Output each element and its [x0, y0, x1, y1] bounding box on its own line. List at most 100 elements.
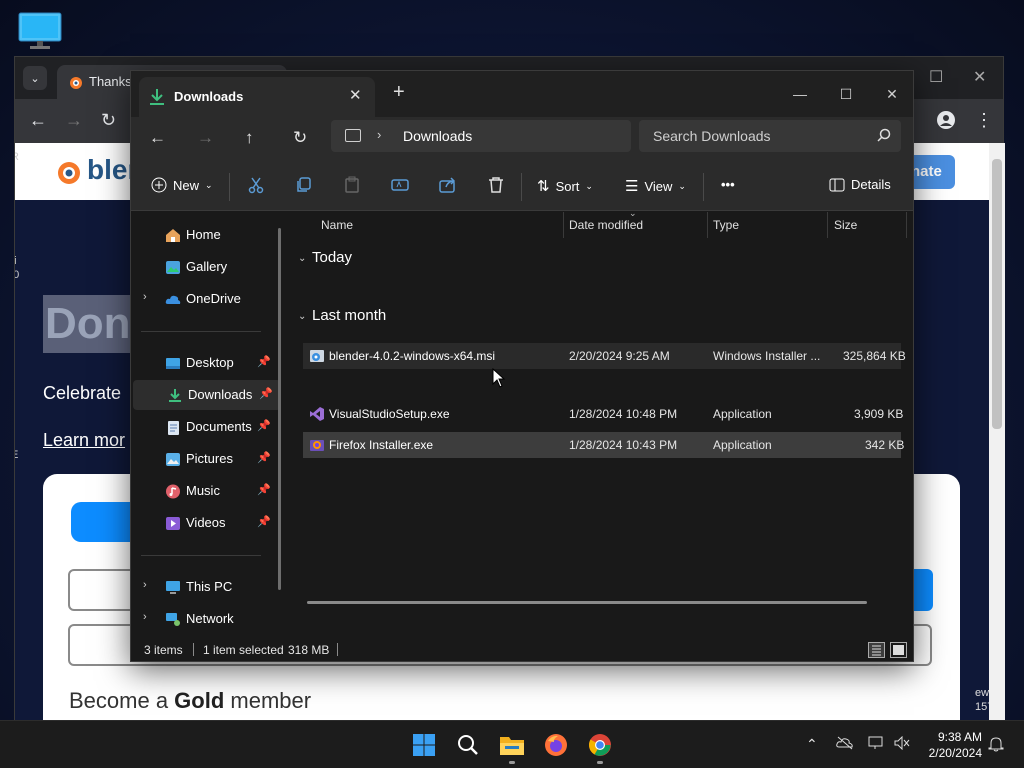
file-size: 325,864 KB [843, 349, 906, 363]
onedrive-offline-icon[interactable] [836, 736, 854, 753]
learn-more-link[interactable]: Learn mor [43, 430, 125, 451]
group-header[interactable]: Last month [312, 307, 386, 324]
back-icon[interactable]: ← [149, 129, 166, 147]
column-header-type[interactable]: Type [713, 218, 739, 232]
refresh-icon[interactable]: ↻ [293, 129, 307, 147]
browser-close-icon[interactable]: ✕ [973, 67, 986, 87]
page-edge-text: Vi [15, 255, 17, 267]
search-icon[interactable] [452, 729, 484, 761]
address-location[interactable]: Downloads [403, 128, 472, 144]
nav-item-downloads[interactable]: Downloads 📌 [133, 380, 281, 410]
amount-option-button[interactable] [68, 569, 138, 611]
browser-menu-icon[interactable]: ⋮ [975, 111, 993, 129]
column-header-name[interactable]: Name [321, 218, 353, 232]
show-hidden-icons-icon[interactable]: ⌃ [806, 736, 818, 753]
column-divider[interactable] [563, 212, 564, 238]
chevron-right-icon[interactable]: › [143, 611, 147, 623]
address-bar[interactable]: › Downloads [331, 120, 631, 152]
view-button[interactable]: ☰ View ⌄ [625, 177, 686, 195]
nav-item-desktop[interactable]: Desktop 📌 [131, 348, 279, 378]
tab-search-button[interactable]: ⌄ [23, 66, 47, 90]
close-tab-icon[interactable]: ✕ [349, 86, 362, 104]
nav-item-home[interactable]: Home [131, 220, 279, 250]
view-label: View [644, 178, 673, 194]
chevron-right-icon[interactable]: › [377, 127, 381, 142]
cut-icon[interactable] [247, 176, 265, 194]
collapse-group-icon[interactable]: ⌄ [298, 311, 306, 322]
pin-icon[interactable]: 📌 [257, 483, 271, 496]
search-icon [877, 128, 891, 142]
column-divider[interactable] [827, 212, 828, 238]
browser-scroll-thumb[interactable] [992, 159, 1002, 429]
notifications-bell-icon[interactable] [988, 736, 1004, 755]
share-icon[interactable] [439, 176, 457, 194]
running-indicator [597, 761, 603, 764]
up-icon[interactable]: ↑ [245, 129, 254, 147]
pin-icon[interactable]: 📌 [257, 451, 271, 464]
nav-item-this-pc[interactable]: › This PC [131, 572, 279, 602]
horizontal-scrollbar[interactable] [307, 601, 867, 604]
pin-icon[interactable]: 📌 [257, 355, 271, 368]
file-type: Windows Installer ... [713, 349, 821, 363]
details-button[interactable]: Details [829, 177, 891, 192]
paste-icon[interactable] [343, 176, 361, 194]
column-header-size[interactable]: Size [834, 218, 857, 232]
file-explorer-icon[interactable] [496, 729, 528, 761]
tiles-view-icon[interactable] [890, 642, 907, 658]
rename-icon[interactable] [391, 176, 409, 194]
nav-item-gallery[interactable]: Gallery [131, 252, 279, 282]
browser-reload-icon[interactable]: ↻ [101, 111, 116, 129]
pin-icon[interactable]: 📌 [257, 515, 271, 528]
item-count: 3 items [144, 643, 183, 657]
pin-icon[interactable]: 📌 [259, 387, 273, 400]
windows-start-icon[interactable] [408, 729, 440, 761]
nav-item-pictures[interactable]: Pictures 📌 [131, 444, 279, 474]
delete-icon[interactable] [487, 176, 505, 194]
minimize-icon[interactable]: — [777, 79, 823, 109]
pin-icon[interactable]: 📌 [257, 419, 271, 432]
pictures-icon [166, 453, 180, 466]
chrome-icon[interactable] [584, 729, 616, 761]
browser-back-icon[interactable]: ← [29, 111, 47, 129]
firefox-icon[interactable] [540, 729, 572, 761]
chevron-right-icon[interactable]: › [143, 291, 147, 303]
browser-maximize-icon[interactable]: ☐ [929, 67, 943, 87]
profile-icon[interactable] [937, 111, 955, 132]
amount-selected-button[interactable] [913, 569, 933, 611]
more-options-icon[interactable]: ••• [721, 177, 735, 192]
group-header[interactable]: Today [312, 249, 352, 266]
explorer-tab[interactable]: Downloads ✕ [139, 77, 375, 117]
column-header-date[interactable]: Date modified [569, 218, 643, 232]
file-row[interactable]: blender-4.0.2-windows-x64.msi 2/20/2024 … [303, 343, 906, 369]
collapse-group-icon[interactable]: ⌄ [298, 253, 306, 264]
network-status-icon[interactable] [868, 736, 886, 753]
new-button[interactable]: New ⌄ [151, 177, 213, 193]
nav-item-documents[interactable]: Documents 📌 [131, 412, 279, 442]
nav-item-videos[interactable]: Videos 📌 [131, 508, 279, 538]
new-tab-icon[interactable]: + [393, 82, 405, 102]
nav-label: Music [186, 483, 220, 498]
volume-muted-icon[interactable] [894, 735, 910, 753]
clock[interactable]: 9:38 AM 2/20/2024 [916, 729, 982, 761]
close-window-icon[interactable]: ✕ [869, 79, 913, 109]
browser-scrollbar[interactable] [989, 143, 1005, 721]
column-divider[interactable] [707, 212, 708, 238]
maximize-icon[interactable]: ☐ [823, 79, 869, 109]
forward-icon[interactable]: → [197, 129, 214, 147]
file-name: Firefox Installer.exe [329, 438, 434, 452]
file-row-selected[interactable]: Firefox Installer.exe 1/28/2024 10:43 PM… [303, 432, 904, 458]
copy-icon[interactable] [295, 176, 313, 194]
nav-item-onedrive[interactable]: › OneDrive [131, 284, 279, 314]
file-row[interactable]: VisualStudioSetup.exe 1/28/2024 10:48 PM… [303, 401, 903, 427]
chevron-right-icon[interactable]: › [143, 579, 147, 591]
desktop-monitor-icon[interactable] [18, 12, 62, 50]
column-divider[interactable] [906, 212, 907, 238]
nav-item-music[interactable]: Music 📌 [131, 476, 279, 506]
nav-item-network[interactable]: › Network [131, 604, 279, 634]
details-view-icon[interactable] [868, 642, 885, 658]
browser-forward-icon[interactable]: → [65, 111, 83, 129]
nav-scrollbar[interactable] [278, 228, 281, 590]
sort-button[interactable]: ⇅ Sort ⌄ [537, 177, 593, 195]
file-type: Application [713, 438, 772, 452]
search-input[interactable]: Search Downloads [639, 120, 901, 152]
